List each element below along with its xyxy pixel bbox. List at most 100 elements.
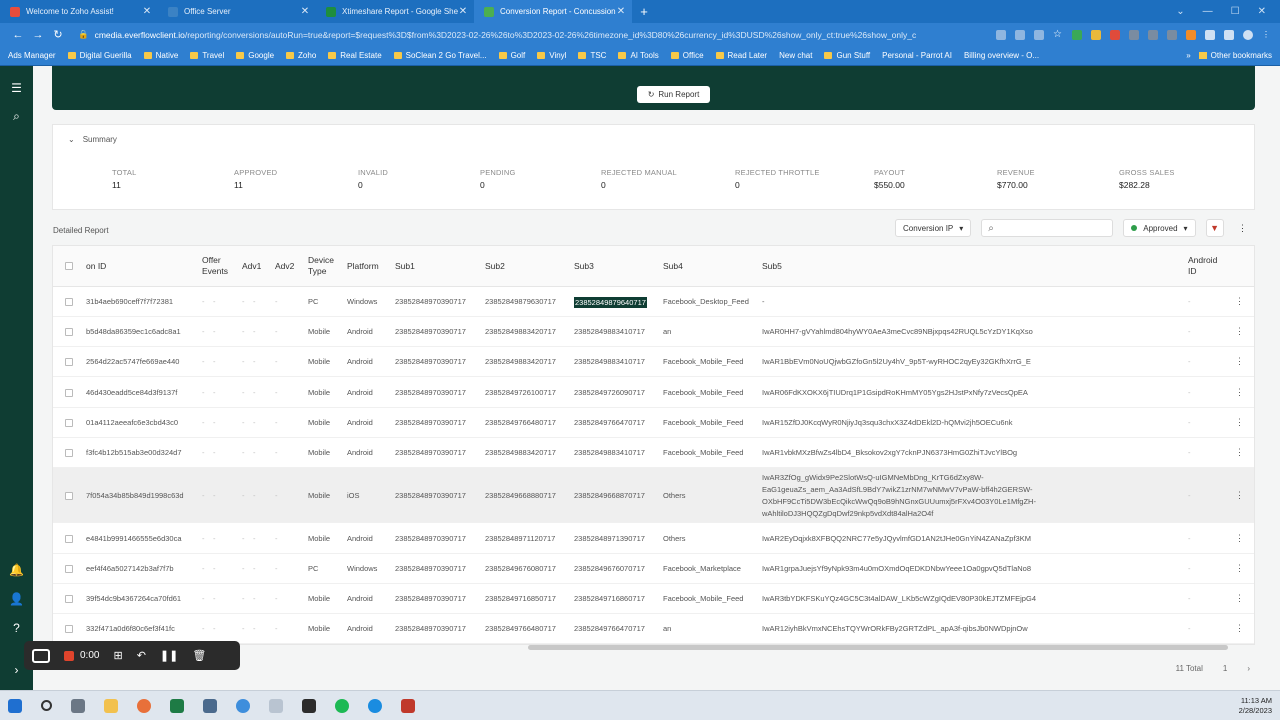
column-header[interactable]: Sub1 (395, 261, 415, 272)
column-header[interactable]: Adv1 (242, 261, 261, 272)
bookmark[interactable]: New chat (779, 51, 812, 60)
snipping-tool-icon[interactable] (269, 698, 283, 713)
row-checkbox[interactable] (65, 419, 73, 427)
row-checkbox[interactable] (65, 625, 73, 633)
cell-id[interactable]: eef4f46a5027142b3af7f7b (86, 564, 174, 573)
row-actions-icon[interactable]: ⋮ (1235, 356, 1244, 367)
bookmark-folder[interactable]: AI Tools (618, 51, 659, 60)
browser-tab[interactable]: Welcome to Zoho Assist! ✕ (0, 0, 158, 23)
maximize-icon[interactable]: ☐ (1231, 6, 1240, 17)
status-dropdown[interactable]: Approved ▾ (1123, 219, 1196, 237)
help-icon[interactable]: ? (9, 621, 24, 636)
close-window-icon[interactable]: ✕ (1258, 6, 1266, 17)
search-icon[interactable] (41, 700, 52, 711)
reload-icon[interactable]: ↻ (48, 28, 68, 41)
extension-icon[interactable] (1110, 29, 1120, 40)
other-bookmarks[interactable]: » Other bookmarks (1186, 51, 1272, 60)
bookmark-folder[interactable]: Real Estate (328, 51, 382, 60)
trash-icon[interactable]: 🗑 (192, 649, 206, 662)
bookmark-folder[interactable]: Golf (498, 51, 525, 60)
column-header[interactable]: Android ID (1188, 255, 1228, 277)
extension-icon[interactable] (1129, 29, 1139, 40)
column-header[interactable]: Device Type (308, 255, 340, 277)
table-row[interactable]: - - - - -39f54dc9b4367264ca70fd61 Mobile Andro… (53, 584, 1254, 614)
new-tab-button[interactable]: + (632, 0, 656, 23)
cell-id[interactable]: e4841b9991466555e6d30ca (86, 534, 182, 543)
filter-icon[interactable]: ▼ (1205, 219, 1224, 237)
extension-icon[interactable] (1167, 29, 1177, 40)
extension-icon[interactable] (996, 29, 1006, 40)
row-checkbox[interactable] (65, 535, 73, 543)
row-actions-icon[interactable]: ⋮ (1235, 623, 1244, 634)
back-icon[interactable]: ← (8, 29, 28, 41)
table-row[interactable]: - - - - -7f054a34b85b849d1998c63d Mobile iOS 23… (53, 468, 1254, 523)
user-icon[interactable]: 👤 (9, 592, 24, 607)
table-row[interactable]: - - - - - f3fc4b12b515ab3e00d324d7 Mobile Andro… (53, 438, 1254, 468)
horizontal-scrollbar[interactable] (528, 645, 1228, 650)
chrome-icon[interactable] (137, 698, 151, 713)
bookmark-folder[interactable]: SoClean 2 Go Travel... (393, 51, 487, 60)
expand-sidebar-icon[interactable]: › (9, 663, 24, 678)
extension-icon[interactable] (1091, 29, 1101, 40)
bookmark-folder[interactable]: TSC (578, 51, 606, 60)
undo-icon[interactable]: ↶ (137, 649, 146, 662)
more-options-icon[interactable]: ⋮ (1234, 219, 1252, 237)
summary-toggle[interactable]: ⌄ Summary (68, 135, 117, 144)
bookmark[interactable]: Ads Manager (8, 51, 56, 60)
more-icon[interactable]: ⋮ (1262, 30, 1272, 40)
grid-icon[interactable]: ⊞ (113, 649, 122, 662)
column-header[interactable]: Sub3 (574, 261, 594, 272)
row-checkbox[interactable] (65, 595, 73, 603)
extension-icon[interactable] (1034, 29, 1044, 40)
extension-icon[interactable] (1148, 29, 1158, 40)
cell-id[interactable]: 01a4112aeeafc6e3cbd43c0 (86, 418, 178, 427)
cell-id[interactable]: 46d430eadd5ce84d3f9137f (86, 388, 177, 397)
address-bar[interactable]: 🔒 cmedia.everflowclient.io /reporting/co… (78, 26, 958, 43)
table-row[interactable]: - - - - -01a4112aeeafc6e3cbd43c0 Mobile Androi… (53, 408, 1254, 438)
browser-tab-active[interactable]: Conversion Report - Concussion ✕ (474, 0, 632, 23)
table-row[interactable]: - - - - -2564d22ac5747fe669ae440 Mobile Androi… (53, 347, 1254, 377)
forward-icon[interactable]: → (28, 29, 48, 41)
task-view-icon[interactable] (71, 698, 85, 713)
cell-id[interactable]: 31b4aeb690ceff7f7f72381 (86, 297, 173, 306)
row-actions-icon[interactable]: ⋮ (1235, 326, 1244, 337)
row-actions-icon[interactable]: ⋮ (1235, 593, 1244, 604)
table-row[interactable]: - - - - - eef4f46a5027142b3af7f7b PC Windows 238… (53, 554, 1254, 584)
chrome-icon[interactable] (236, 698, 250, 713)
search-input[interactable]: ⌕ (981, 219, 1114, 237)
row-checkbox[interactable] (65, 358, 73, 366)
bookmark-folder[interactable]: Read Later (715, 51, 767, 60)
cell-id[interactable]: 7f054a34b85b849d1998c63d (86, 491, 184, 500)
row-actions-icon[interactable]: ⋮ (1235, 490, 1244, 501)
bookmark-folder[interactable]: Vinyl (537, 51, 566, 60)
column-header[interactable]: on ID (86, 261, 106, 272)
row-actions-icon[interactable]: ⋮ (1235, 563, 1244, 574)
table-row[interactable]: - - - - -332f471a0d6f80c6ef3f41fc Mobile Andro… (53, 614, 1254, 644)
minimize-icon[interactable]: — (1203, 6, 1213, 17)
bookmark[interactable]: Billing overview - O... (964, 51, 1039, 60)
table-row[interactable]: - - - - -46d430eadd5ce84d3f9137f Mobile Androi… (53, 378, 1254, 408)
row-checkbox[interactable] (65, 492, 73, 500)
conversion-ip-dropdown[interactable]: Conversion IP ▾ (895, 219, 972, 237)
close-icon[interactable]: ✕ (458, 6, 468, 17)
puzzle-icon[interactable] (1205, 29, 1215, 40)
excel-icon[interactable] (170, 698, 184, 713)
bookmark[interactable]: Personal - Parrot AI (882, 51, 952, 60)
sidebar-icon[interactable] (1224, 29, 1234, 40)
row-checkbox[interactable] (65, 449, 73, 457)
row-checkbox[interactable] (65, 565, 73, 573)
bookmark-folder[interactable]: Google (236, 51, 274, 60)
stop-record-button[interactable] (64, 650, 74, 661)
select-all-checkbox[interactable] (65, 262, 73, 270)
column-header[interactable]: Sub5 (762, 261, 782, 272)
next-page-icon[interactable]: › (1247, 664, 1250, 673)
cell-id[interactable]: b5d48da86359ec1c6adc8a1 (86, 327, 181, 336)
table-row[interactable]: - - - - - b5d48da86359ec1c6adc8a1 Mobile Androi… (53, 317, 1254, 347)
cell-id[interactable]: f3fc4b12b515ab3e00d324d7 (86, 448, 182, 457)
profile-icon[interactable] (1243, 29, 1253, 40)
row-actions-icon[interactable]: ⋮ (1235, 417, 1244, 428)
browser-tab[interactable]: Xtimeshare Report - Google She ✕ (316, 0, 474, 23)
cell-id[interactable]: 2564d22ac5747fe669ae440 (86, 357, 179, 366)
browser-tab[interactable]: Office Server ✕ (158, 0, 316, 23)
calculator-icon[interactable] (203, 698, 217, 713)
